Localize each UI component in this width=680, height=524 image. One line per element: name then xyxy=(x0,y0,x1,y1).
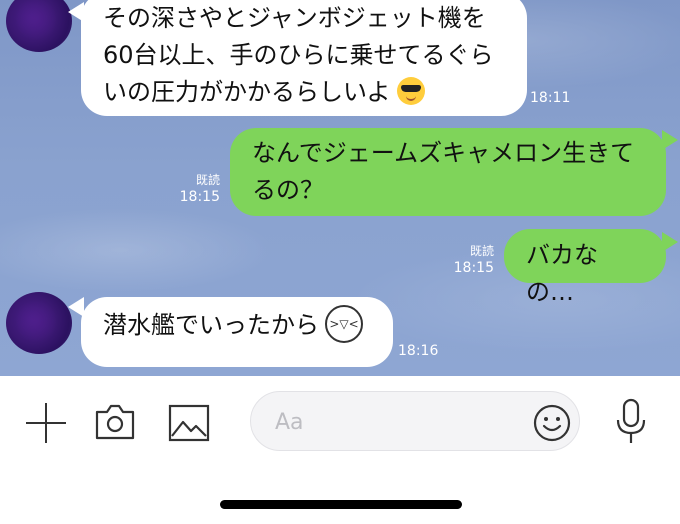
read-receipt: 既読 xyxy=(469,244,494,258)
message-line: 60台以上、手のひらに乗せてるぐら xyxy=(103,41,494,69)
message-time: 18:15 xyxy=(453,260,494,276)
message-line: るの？ xyxy=(252,176,324,204)
message-bubble[interactable]: バカなの… xyxy=(504,229,666,306)
input-bar xyxy=(0,376,680,524)
message-meta: 18:16 xyxy=(398,343,438,360)
message-bubble[interactable]: 潜水艦でいったから >▽< xyxy=(81,297,393,367)
microphone-icon[interactable] xyxy=(614,398,648,446)
message-line: その深さやとジャンボジェット機を xyxy=(103,4,486,32)
smiling-face-with-sunglasses-icon xyxy=(396,77,425,105)
message-input[interactable] xyxy=(250,391,580,451)
message-time: 18:11 xyxy=(530,90,571,106)
avatar[interactable] xyxy=(6,292,72,354)
message-line: バカなの… xyxy=(526,241,598,306)
plus-icon[interactable] xyxy=(26,403,66,443)
laughing-face-sticker-icon: >▽< xyxy=(325,305,363,343)
camera-icon[interactable] xyxy=(94,402,136,442)
message-time: 18:16 xyxy=(398,343,439,359)
read-receipt: 既読 xyxy=(195,173,220,187)
message-line: なんでジェームズキャメロン生きて xyxy=(252,139,635,167)
message-meta: 18:11 xyxy=(530,90,570,107)
message-bubble[interactable]: なんでジェームズキャメロン生きて るの？ xyxy=(230,128,666,216)
message-time: 18:15 xyxy=(179,189,220,205)
message-bubble[interactable]: その深さやとジャンボジェット機を 60台以上、手のひらに乗せてるぐら いの圧力が… xyxy=(81,0,527,116)
message-meta: 既読 18:15 xyxy=(178,172,220,206)
chat-area: その深さやとジャンボジェット機を 60台以上、手のひらに乗せてるぐら いの圧力が… xyxy=(0,0,680,376)
message-line: 潜水艦でいったから >▽< xyxy=(103,305,371,345)
message-line: いの圧力がかかるらしいよ xyxy=(103,74,505,111)
message-text-field[interactable] xyxy=(273,404,517,440)
message-meta: 既読 18:15 xyxy=(452,243,494,277)
avatar[interactable] xyxy=(6,0,72,52)
home-indicator[interactable] xyxy=(220,500,462,509)
emoji-icon[interactable] xyxy=(533,404,571,442)
image-icon[interactable] xyxy=(168,404,210,442)
